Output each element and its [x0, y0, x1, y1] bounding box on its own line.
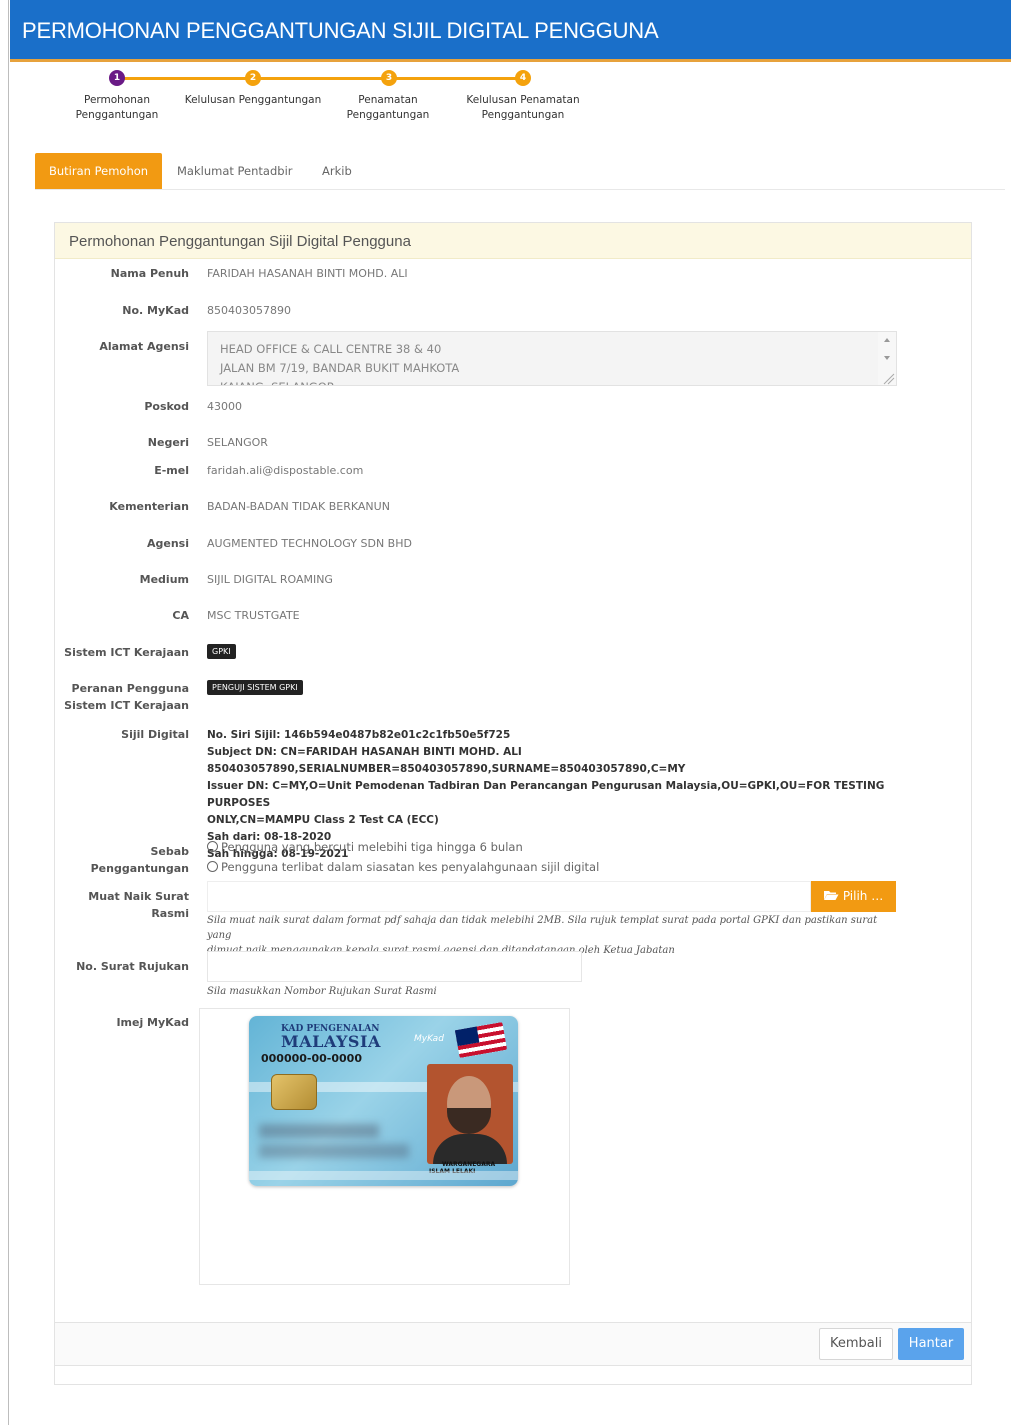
imej-mykad-label: Imej MyKad [116, 1016, 189, 1029]
medium-label: Medium [139, 573, 189, 586]
alamat-line-1: HEAD OFFICE & CALL CENTRE 38 & 40 [220, 342, 442, 356]
sijil-issuer-dn-cont: ONLY,CN=MAMPU Class 2 Test CA (ECC) [207, 814, 439, 826]
kementerian-label: Kementerian [109, 500, 189, 513]
chip-icon [271, 1074, 317, 1110]
pilih-file-button[interactable]: Pilih … [811, 881, 896, 912]
alamat-textarea[interactable]: HEAD OFFICE & CALL CENTRE 38 & 40 JALAN … [207, 331, 897, 386]
nama-penuh-label: Nama Penuh [110, 267, 189, 280]
sijil-serial: No. Siri Sijil: 146b594e0487b82e01c2c1fb… [207, 729, 511, 741]
ca-label: CA [172, 609, 189, 622]
sistem-ict-label: Sistem ICT Kerajaan [64, 646, 189, 659]
malaysia-flag-icon [454, 1022, 508, 1058]
step-4-dot: 4 [515, 70, 531, 86]
muat-naik-label: Muat Naik Surat Rasmi [88, 890, 189, 920]
mykad-card-country: MALAYSIA [281, 1032, 381, 1051]
tab-maklumat-pentadbir[interactable]: Maklumat Pentadbir [163, 153, 307, 189]
file-path-input[interactable] [207, 881, 811, 912]
kementerian-value: BADAN-BADAN TIDAK BERKANUN [207, 500, 390, 513]
tab-bar: Butiran Pemohon Maklumat Pentadbir Arkib [35, 153, 1005, 190]
sijil-issuer-dn: Issuer DN: C=MY,O=Unit Pemodenan Tadbira… [207, 780, 885, 809]
alamat-line-2: JALAN BM 7/19, BANDAR BUKIT MAHKOTA [220, 361, 460, 375]
sebab-option-2[interactable]: Pengguna terlibat dalam siasatan kes pen… [207, 859, 599, 876]
blurred-address [259, 1144, 409, 1158]
mykad-citizen: WARGANEGARA [442, 1161, 496, 1168]
step-3-dot: 3 [381, 70, 397, 86]
step-2-dot: 2 [245, 70, 261, 86]
radio-icon[interactable] [207, 861, 218, 872]
radio-icon[interactable] [207, 841, 218, 852]
panel-header: Permohonan Penggantungan Sijil Digital P… [55, 223, 971, 259]
peranan-badge: PENGUJI SISTEM GPKI [207, 680, 303, 695]
step-3-label: Penamatan Penggantungan [346, 94, 430, 121]
mykad-value: 850403057890 [207, 304, 291, 317]
sijil-label: Sijil Digital [121, 728, 189, 741]
mykad-card-number: 000000-00-0000 [261, 1052, 362, 1065]
sebab-option-2-label: Pengguna terlibat dalam siasatan kes pen… [221, 860, 600, 874]
alamat-line-3: KAJANG, SELANGOR [220, 378, 884, 385]
textarea-scrollbar[interactable] [878, 332, 896, 385]
emel-label: E-mel [154, 464, 189, 477]
nama-penuh-value: FARIDAH HASANAH BINTI MOHD. ALI [207, 267, 408, 280]
sebab-option-1[interactable]: Pengguna yang bercuti melebihi tiga hing… [207, 839, 523, 856]
step-1-label: Permohonan Penggantungan [75, 94, 159, 121]
surat-rujukan-label: No. Surat Rujukan [76, 960, 189, 973]
alamat-label: Alamat Agensi [99, 340, 189, 353]
surat-rujukan-input[interactable] [207, 951, 582, 982]
panel-title: Permohonan Penggantungan Sijil Digital P… [69, 233, 411, 250]
hantar-button[interactable]: Hantar [898, 1328, 964, 1360]
poskod-label: Poskod [144, 400, 189, 413]
sijil-subject-dn: Subject DN: CN=FARIDAH HASANAH BINTI MOH… [207, 746, 686, 775]
pilih-button-label: Pilih … [842, 889, 884, 903]
card-photo [427, 1064, 513, 1164]
scroll-arrows-icon [883, 338, 895, 385]
page-title: PERMOHONAN PENGGANTUNGAN SIJIL DIGITAL P… [22, 18, 659, 43]
surat-rujukan-help: Sila masukkan Nombor Rujukan Surat Rasmi [207, 986, 437, 997]
kembali-button[interactable]: Kembali [819, 1328, 893, 1360]
card-watermark-strip-bottom [249, 1171, 518, 1180]
page-header: PERMOHONAN PENGGANTUNGAN SIJIL DIGITAL P… [10, 0, 1011, 62]
poskod-value: 43000 [207, 400, 242, 413]
ca-value: MSC TRUSTGATE [207, 609, 300, 622]
medium-value: SIJIL DIGITAL ROAMING [207, 573, 333, 586]
sistem-ict-badge: GPKI [207, 644, 236, 659]
negeri-label: Negeri [147, 436, 189, 449]
stepper-line [118, 77, 524, 80]
sebab-label: Sebab Penggantungan [90, 845, 189, 875]
negeri-value: SELANGOR [207, 436, 268, 449]
sebab-option-1-label: Pengguna yang bercuti melebihi tiga hing… [221, 840, 523, 854]
muat-naik-help-line-1: Sila muat naik surat dalam format pdf sa… [207, 915, 878, 941]
step-4-label: Kelulusan Penamatan Penggantungan [466, 94, 580, 121]
peranan-label-line-2: Sistem ICT Kerajaan [64, 699, 189, 712]
step-1-dot: 1 [109, 70, 125, 86]
tab-arkib[interactable]: Arkib [308, 153, 366, 189]
agensi-value: AUGMENTED TECHNOLOGY SDN BHD [207, 537, 412, 550]
mykad-card-brand: MyKad [414, 1034, 444, 1044]
step-2-label: Kelulusan Penggantungan [184, 94, 322, 106]
tab-butiran-pemohon[interactable]: Butiran Pemohon [35, 153, 163, 189]
emel-value: faridah.ali@dispostable.com [207, 464, 364, 477]
mykad-label: No. MyKad [122, 304, 189, 317]
peranan-label-line-1: Peranan Pengguna [71, 682, 189, 695]
folder-open-icon [824, 891, 839, 900]
page-border [8, 0, 9, 1425]
mykad-image: KAD PENGENALAN MALAYSIA MyKad 000000-00-… [249, 1016, 518, 1186]
blurred-name [259, 1124, 379, 1138]
agensi-label: Agensi [147, 537, 189, 550]
